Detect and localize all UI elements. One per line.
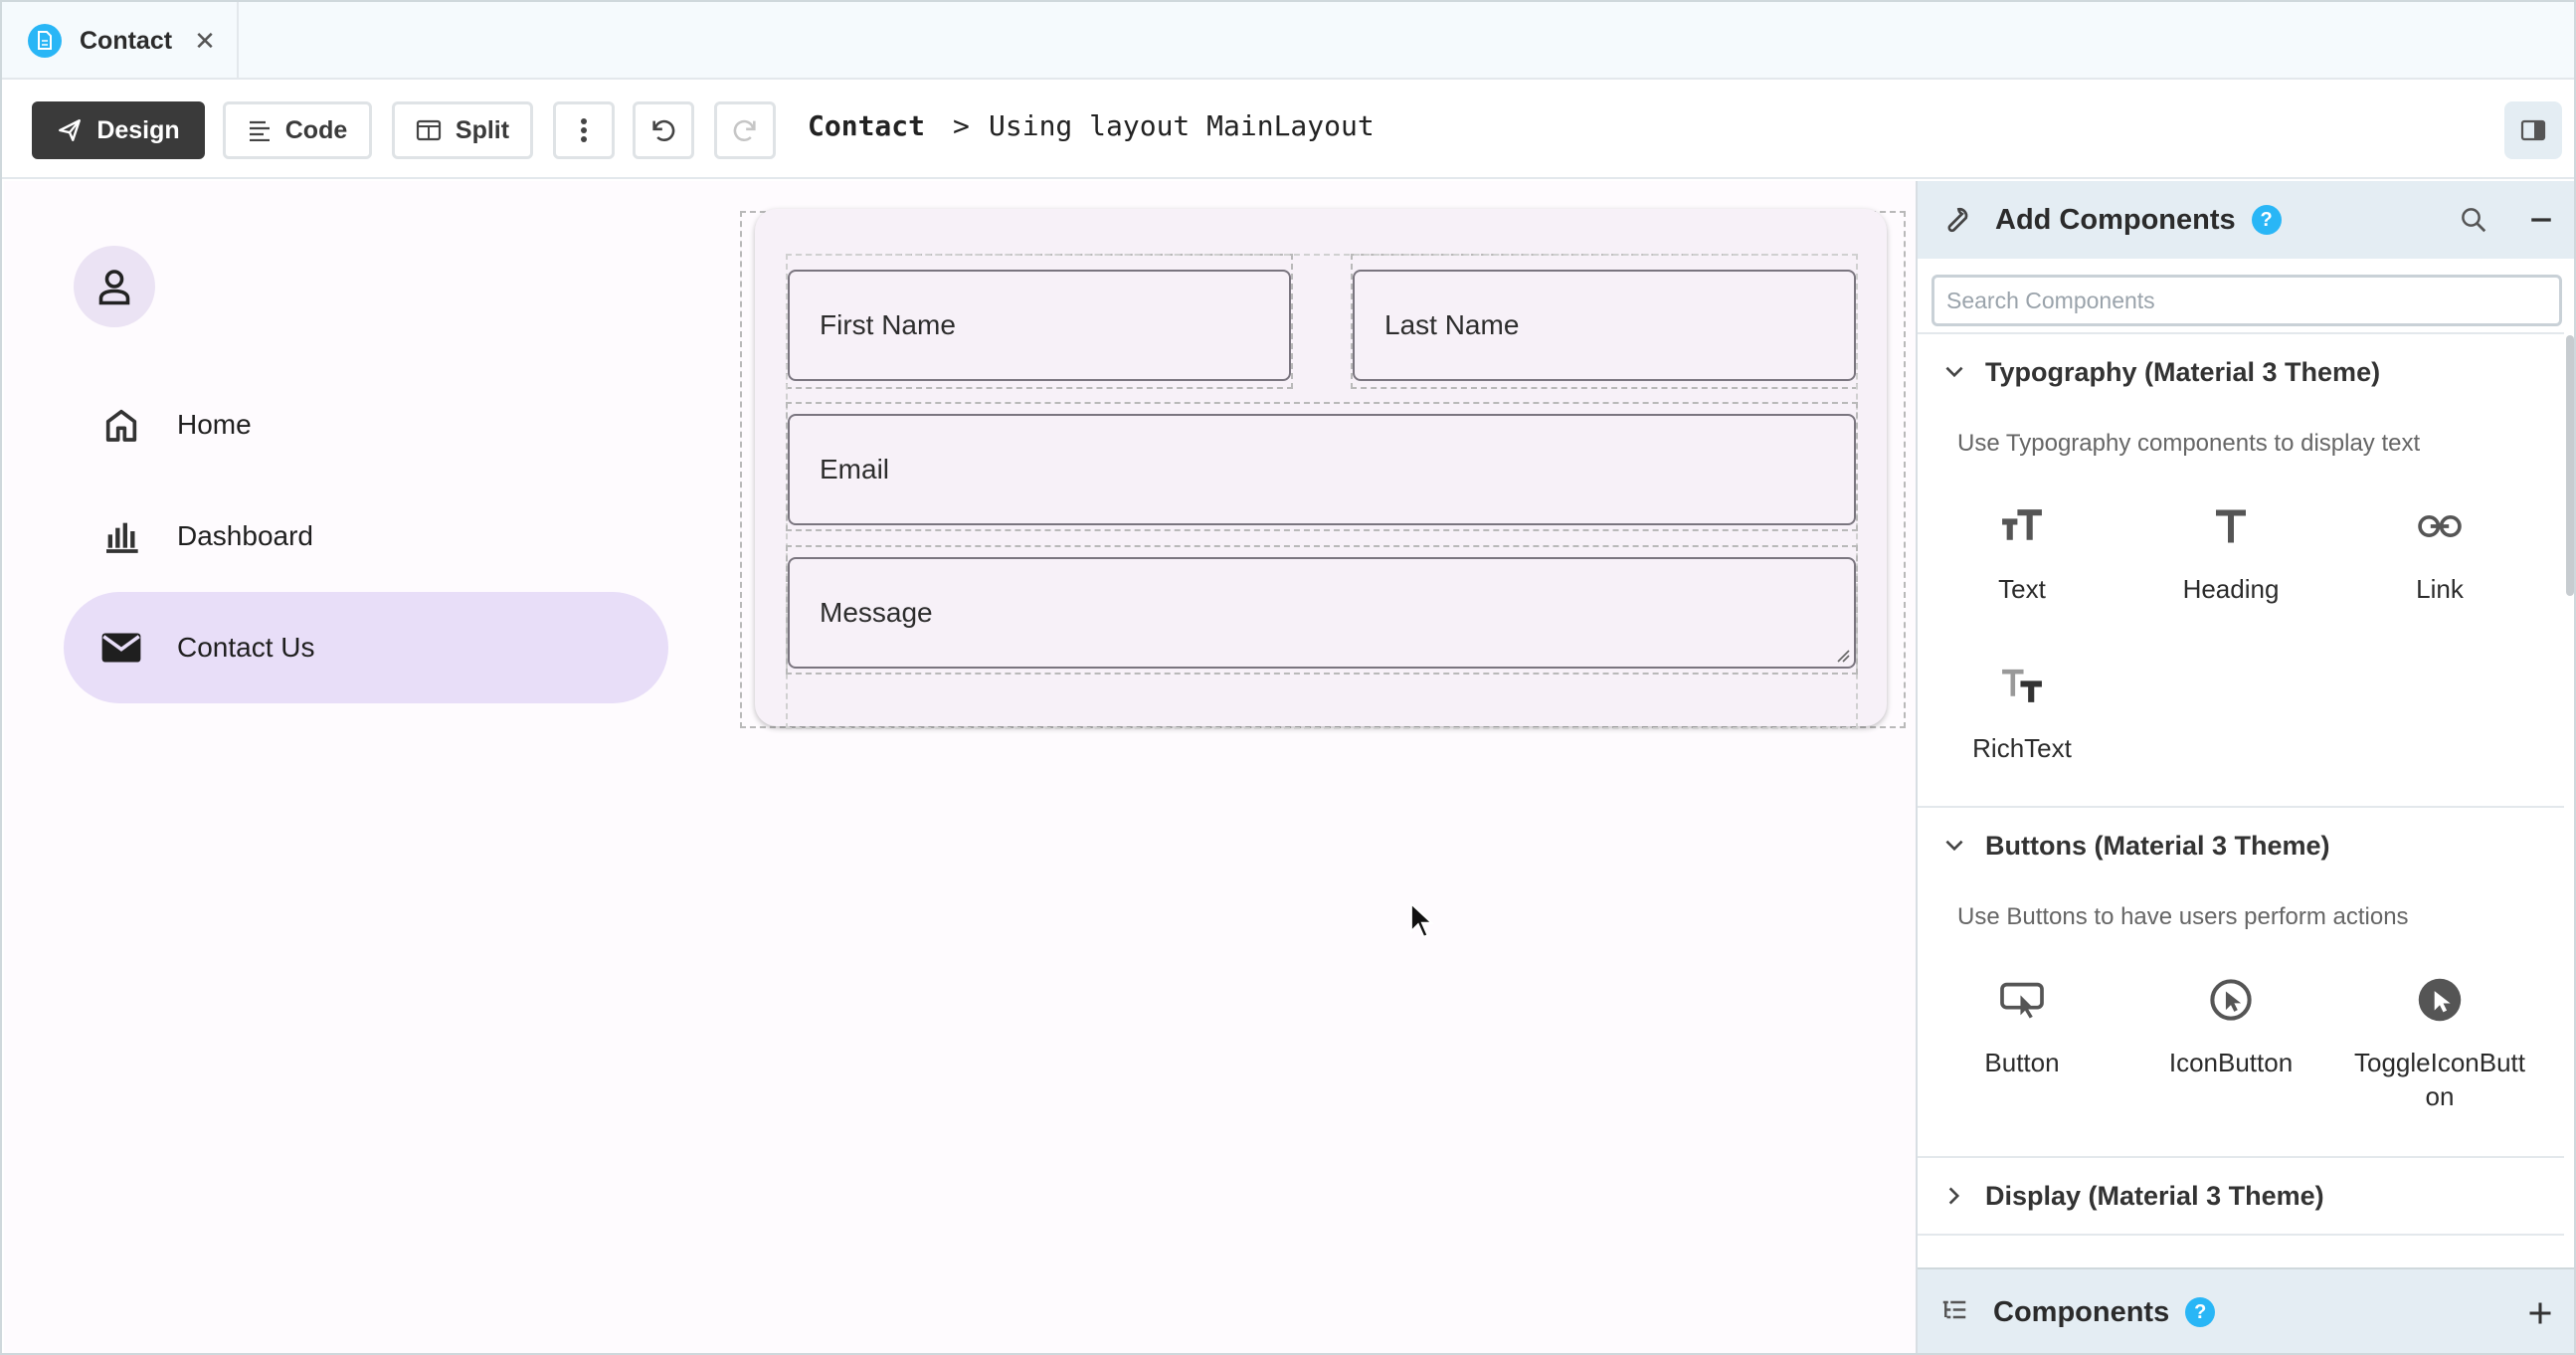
wrench-icon	[1947, 207, 1968, 233]
sidebar-panel-icon	[2520, 119, 2546, 141]
heading-t-icon	[2126, 491, 2335, 561]
send-icon	[59, 119, 82, 141]
nav-item-contact-us[interactable]: Contact Us	[64, 592, 668, 703]
tab-bar: Contact ✕	[2, 2, 2574, 80]
panel-scrollbar[interactable]	[2566, 335, 2574, 596]
first-name-label: First Name	[820, 309, 956, 340]
close-icon[interactable]: ✕	[194, 28, 216, 54]
split-label: Split	[455, 115, 510, 144]
nav-item-dashboard[interactable]: Dashboard	[64, 481, 668, 592]
split-view-icon	[416, 119, 442, 141]
code-button[interactable]: Code	[223, 101, 372, 159]
panel-header: Add Components ?	[1918, 181, 2574, 259]
component-toggleiconbutton[interactable]: ToggleIconButt on	[2335, 965, 2544, 1114]
more-vertical-icon	[581, 118, 587, 142]
redo-icon	[733, 119, 756, 141]
toggle-panel-button[interactable]	[2504, 101, 2562, 159]
section-next-partial	[1918, 1234, 2564, 1267]
message-field[interactable]: Message	[788, 557, 1856, 669]
tree-list-icon	[1942, 1300, 1966, 1319]
component-richtext[interactable]: RichText	[1918, 651, 2126, 766]
breadcrumb-separator: >	[953, 109, 970, 142]
code-label: Code	[284, 115, 348, 144]
tab-label: Contact	[80, 26, 173, 55]
home-icon	[99, 403, 143, 447]
email-label: Email	[820, 454, 890, 484]
email-field[interactable]: Email	[788, 414, 1856, 525]
chevron-down-icon	[1945, 840, 1963, 852]
redo-button[interactable]	[714, 101, 776, 159]
tab-contact[interactable]: Contact ✕	[2, 2, 239, 80]
component-label: Button	[1984, 1048, 2060, 1077]
file-page-icon	[28, 24, 62, 58]
split-button[interactable]: Split	[392, 101, 533, 159]
components-footer: Components ?	[1918, 1267, 2574, 1353]
section-title: Typography (Material 3 Theme)	[1985, 356, 2381, 387]
design-button[interactable]: Design	[32, 101, 205, 159]
nav-label-home: Home	[177, 409, 252, 440]
bar-chart-icon	[99, 514, 143, 558]
component-label: RichText	[1972, 733, 2072, 763]
nav-label-contact-us: Contact Us	[177, 632, 315, 663]
component-label: Heading	[2182, 574, 2280, 604]
component-text[interactable]: Text	[1918, 491, 2126, 607]
panel-title: Add Components	[1995, 203, 2236, 236]
more-options-button[interactable]	[553, 101, 615, 159]
component-label: Link	[2416, 574, 2464, 604]
chevron-down-icon	[1945, 366, 1963, 378]
nav-item-home[interactable]: Home	[64, 369, 668, 481]
button-click-icon	[1918, 965, 2126, 1035]
breadcrumb-layout: Using layout MainLayout	[989, 109, 1375, 142]
resize-grip-icon[interactable]	[1836, 649, 1850, 663]
section-typography[interactable]: Typography (Material 3 Theme)	[1918, 332, 2564, 410]
avatar[interactable]	[74, 246, 155, 327]
chevron-right-icon	[1948, 1187, 1960, 1205]
component-button[interactable]: Button	[1918, 965, 2126, 1080]
add-plus-icon[interactable]	[2526, 1299, 2554, 1327]
help-icon[interactable]: ?	[2251, 205, 2282, 235]
design-canvas[interactable]: Home Dashboard Contact Us First Name Las…	[4, 181, 1916, 1353]
person-icon	[98, 270, 130, 305]
component-label: IconButton	[2168, 1048, 2294, 1077]
text-size-icon	[1918, 491, 2126, 561]
icon-button-icon	[2126, 965, 2335, 1035]
mail-icon	[99, 626, 143, 670]
app-window: Contact ✕ Design Code Split Contact > Us…	[0, 0, 2576, 1355]
last-name-field[interactable]: Last Name	[1353, 270, 1856, 381]
section-buttons[interactable]: Buttons (Material 3 Theme)	[1918, 806, 2564, 883]
toggle-icon-button-icon	[2335, 965, 2544, 1035]
toolbar: Design Code Split Contact > Using layout…	[2, 80, 2574, 179]
code-lines-icon	[249, 120, 270, 141]
component-label: ToggleIconButt on	[2353, 1048, 2525, 1111]
link-icon	[2335, 491, 2544, 561]
search-icon[interactable]	[2459, 205, 2488, 235]
mouse-cursor-icon	[1409, 902, 1435, 938]
first-name-field[interactable]: First Name	[788, 270, 1291, 381]
component-iconbutton[interactable]: IconButton	[2126, 965, 2335, 1080]
search-components-input[interactable]: Search Components	[1932, 275, 2562, 326]
section-display[interactable]: Display (Material 3 Theme)	[1918, 1156, 2564, 1234]
message-label: Message	[820, 597, 933, 628]
footer-title: Components	[1993, 1295, 2170, 1328]
breadcrumb-page: Contact	[808, 109, 926, 142]
help-icon[interactable]: ?	[2185, 1297, 2216, 1327]
section-title: Buttons (Material 3 Theme)	[1985, 830, 2330, 861]
design-label: Design	[96, 115, 180, 144]
add-components-panel: Add Components ? Search Components Typog…	[1916, 181, 2574, 1353]
collapse-minus-icon[interactable]	[2528, 207, 2554, 233]
component-link[interactable]: Link	[2335, 491, 2544, 607]
component-heading[interactable]: Heading	[2126, 491, 2335, 607]
nav-label-dashboard: Dashboard	[177, 520, 313, 551]
last-name-label: Last Name	[1384, 309, 1520, 340]
undo-button[interactable]	[633, 101, 694, 159]
component-label: Text	[1998, 574, 2046, 604]
undo-icon	[652, 119, 675, 141]
search-placeholder: Search Components	[1946, 287, 2155, 313]
section-description: Use Buttons to have users perform action…	[1957, 903, 2409, 930]
section-title: Display (Material 3 Theme)	[1985, 1180, 2324, 1211]
rich-text-icon	[1918, 651, 2126, 720]
section-description: Use Typography components to display tex…	[1957, 430, 2421, 457]
